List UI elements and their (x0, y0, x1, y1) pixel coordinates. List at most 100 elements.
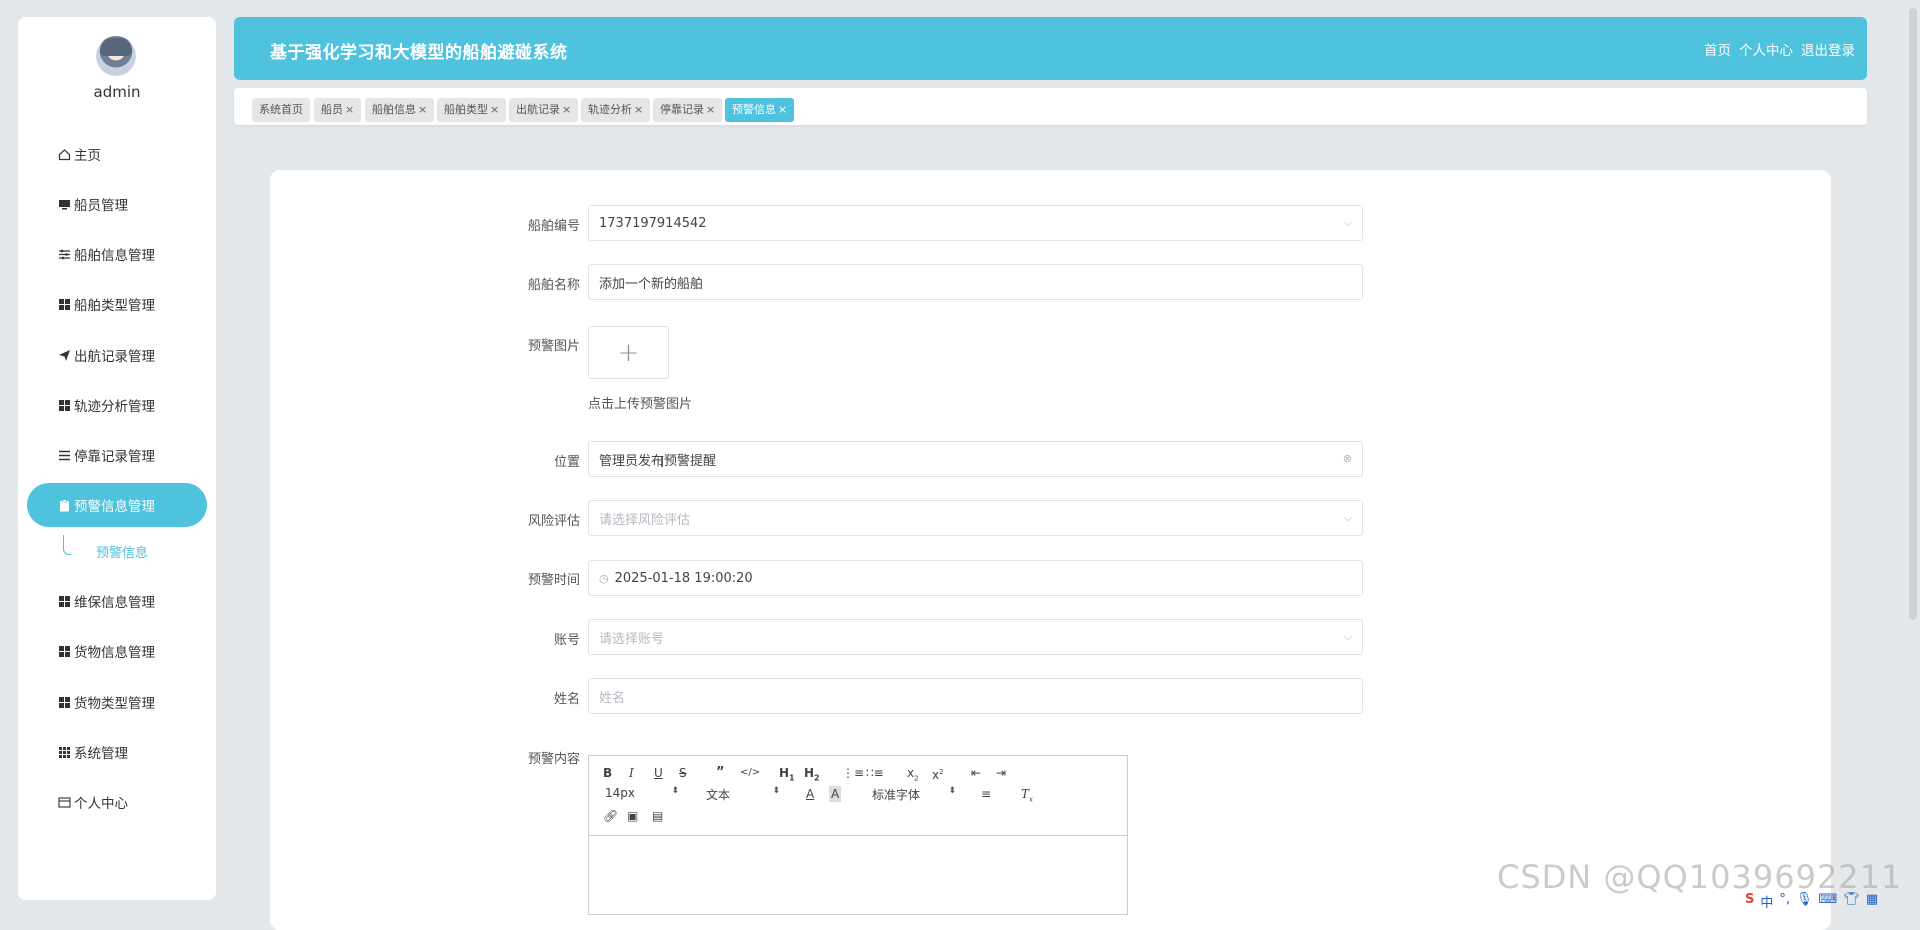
clear-icon[interactable]: ⊗ (1343, 452, 1352, 465)
nav-home-link[interactable]: 首页 (1704, 39, 1731, 59)
ship-name-input[interactable]: 添加一个新的船舶 (588, 264, 1363, 300)
time-label: 预警时间 (527, 573, 580, 588)
sidebar-item-ship-type[interactable]: 船舶类型管理 (27, 282, 207, 326)
sidebar-item-voyage[interactable]: 出航记录管理 (27, 333, 207, 377)
keyboard-icon[interactable]: ⌨ (1819, 892, 1838, 911)
sidebar-item-profile[interactable]: 个人中心 (27, 780, 207, 824)
ship-no-label: 船舶编号 (527, 219, 580, 234)
tab-warning-info[interactable]: 预警信息 × (725, 98, 795, 122)
sidebar-item-label: 货物类型管理 (74, 696, 155, 712)
sidebar-item-warning[interactable]: 预警信息管理 (27, 483, 207, 527)
font-family-select[interactable]: 标准字体 ⬍ (872, 786, 956, 803)
card-icon (57, 795, 71, 809)
chevron-down-icon: ⌵ (1343, 216, 1352, 229)
close-icon[interactable]: × (562, 103, 571, 116)
sidebar-item-docking[interactable]: 停靠记录管理 (27, 433, 207, 477)
image-icon[interactable]: ▣ (627, 808, 638, 824)
code-icon[interactable]: </> (740, 765, 760, 781)
underline-icon[interactable]: U (654, 765, 663, 781)
block-format-value: 文本 (706, 788, 731, 802)
sidebar-item-home[interactable]: 主页 (27, 132, 207, 176)
indent-icon[interactable]: ⇥ (996, 765, 1006, 781)
avatar[interactable] (96, 36, 136, 76)
skin-icon[interactable]: 👕︎ (1843, 892, 1860, 911)
sidebar-item-label: 出航记录管理 (74, 349, 155, 365)
link-icon[interactable]: 🔗︎ (603, 808, 618, 824)
header2-icon[interactable]: H2 (804, 765, 820, 786)
tab-label: 预警信息 (732, 103, 776, 116)
sidebar-item-trajectory[interactable]: 轨迹分析管理 (27, 383, 207, 427)
page-scrollbar[interactable] (1909, 8, 1917, 620)
tab-trajectory[interactable]: 轨迹分析 × (581, 98, 651, 122)
tab-system-home[interactable]: 系统首页 (252, 98, 310, 122)
block-format-select[interactable]: 文本 ⬍ (706, 786, 780, 803)
close-icon[interactable]: × (778, 103, 787, 116)
sidebar-item-maintenance[interactable]: 维保信息管理 (27, 579, 207, 623)
font-size-value: 14px (605, 786, 635, 800)
close-icon[interactable]: × (490, 103, 499, 116)
sidebar-subitem-warning-info[interactable]: 预警信息 (96, 542, 148, 561)
outdent-icon[interactable]: ⇤ (971, 765, 981, 781)
ordered-list-icon[interactable]: ⋮≡ (842, 765, 864, 781)
video-icon[interactable]: ▤ (652, 808, 663, 824)
sogou-icon[interactable]: S (1745, 892, 1754, 911)
sidebar-item-crew[interactable]: 船员管理 (27, 182, 207, 226)
account-select[interactable]: 请选择账号 ⌵ (588, 619, 1363, 655)
clear-format-icon[interactable]: Tx (1021, 786, 1033, 807)
close-icon[interactable]: × (345, 103, 354, 116)
nav-profile-link[interactable]: 个人中心 (1739, 39, 1793, 59)
location-input[interactable]: 管理员发布预警提醒 ⊗ (588, 441, 1363, 477)
close-icon[interactable]: × (634, 103, 643, 116)
tab-label: 船员 (321, 103, 343, 116)
sidebar-item-cargo-type[interactable]: 货物类型管理 (27, 680, 207, 724)
header1-icon[interactable]: H1 (779, 765, 795, 786)
chevron-down-icon: ⌵ (1343, 630, 1352, 643)
ime-mode[interactable]: 中 (1760, 892, 1773, 911)
sidebar-item-ship-info[interactable]: 船舶信息管理 (27, 232, 207, 276)
clock-icon: ◷ (599, 571, 609, 585)
rich-text-editor[interactable]: B I U S ” </> H1 H2 ⋮≡ ∷≡ x2 x2 ⇤ ⇥ 14px… (588, 755, 1128, 915)
sidebar-item-label: 停靠记录管理 (74, 449, 155, 465)
background-color-icon[interactable]: A (829, 786, 842, 802)
tab-docking[interactable]: 停靠记录 × (653, 98, 723, 122)
mic-icon[interactable]: 🎙︎ (1796, 892, 1813, 911)
blockquote-icon[interactable]: ” (716, 765, 725, 781)
close-icon[interactable]: × (418, 103, 427, 116)
tab-ship-type[interactable]: 船舶类型 × (437, 98, 507, 122)
tab-label: 轨迹分析 (588, 103, 632, 116)
strike-icon[interactable]: S (679, 765, 687, 781)
sidebar-item-system[interactable]: 系统管理 (27, 730, 207, 774)
tab-ship-info[interactable]: 船舶信息 × (365, 98, 435, 122)
sidebar-item-label: 船舶信息管理 (74, 248, 155, 264)
font-size-select[interactable]: 14px ⬍ (605, 786, 679, 800)
name-label: 姓名 (553, 692, 580, 707)
risk-placeholder: 请选择风险评估 (599, 512, 691, 528)
align-icon[interactable]: ≡ (981, 786, 991, 802)
bold-icon[interactable]: B (603, 765, 612, 781)
image-upload-button[interactable]: + (588, 326, 669, 379)
superscript-icon[interactable]: x2 (932, 764, 944, 783)
risk-select[interactable]: 请选择风险评估 ⌵ (588, 500, 1363, 536)
tab-bar: 系统首页 船员 × 船舶信息 × 船舶类型 × 出航记录 × 轨迹分析 × 停靠记录 × 预… (234, 88, 1867, 125)
sidebar-item-cargo-info[interactable]: 货物信息管理 (27, 629, 207, 673)
subscript-icon[interactable]: x2 (907, 765, 919, 786)
tab-label: 出航记录 (516, 103, 560, 116)
bullet-list-icon[interactable]: ∷≡ (866, 765, 884, 781)
sidebar-item-label: 系统管理 (74, 746, 128, 762)
italic-icon[interactable]: I (629, 765, 634, 781)
name-input[interactable]: 姓名 (588, 678, 1363, 714)
nav-logout-link[interactable]: 退出登录 (1801, 39, 1855, 59)
tab-crew[interactable]: 船员 × (314, 98, 362, 122)
list-icon (57, 448, 71, 462)
time-picker[interactable]: ◷ 2025-01-18 19:00:20 (588, 560, 1363, 596)
font-color-icon[interactable]: A (806, 786, 814, 802)
ship-name-value: 添加一个新的船舶 (599, 276, 704, 292)
tab-label: 系统首页 (259, 103, 303, 116)
tab-voyage[interactable]: 出航记录 × (509, 98, 579, 122)
punctuation-icon[interactable]: °, (1779, 892, 1790, 911)
ship-no-select[interactable]: 1737197914542 ⌵ (588, 205, 1363, 241)
sidebar-item-label: 个人中心 (74, 796, 128, 812)
close-icon[interactable]: × (706, 103, 715, 116)
sidebar-item-label: 轨迹分析管理 (74, 399, 155, 415)
apps-icon[interactable]: ▦ (1866, 892, 1878, 911)
